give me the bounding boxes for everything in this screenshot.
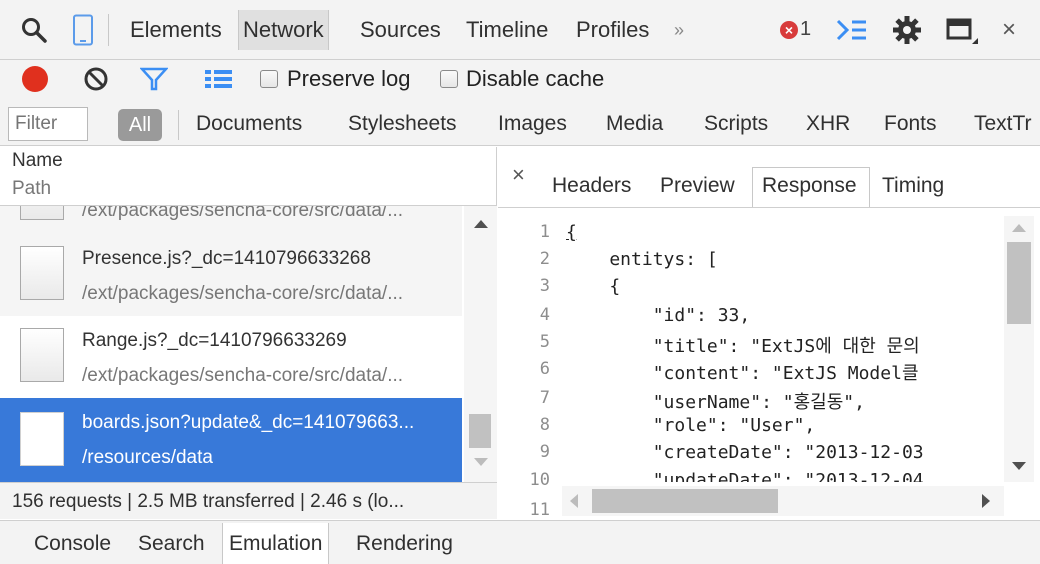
code-line: "userName": "홍길동", xyxy=(566,392,865,413)
code-line: "updateDate": "2013-12-04 xyxy=(566,470,924,482)
tab-console[interactable]: Console xyxy=(34,532,111,556)
code-line: "title": "ExtJS에 대한 문의 xyxy=(566,336,920,357)
code-line: entitys: [ xyxy=(566,249,718,270)
search-icon[interactable] xyxy=(20,16,48,44)
tab-rendering[interactable]: Rendering xyxy=(356,532,453,556)
scroll-thumb[interactable] xyxy=(592,489,778,513)
tab-timeline[interactable]: Timeline xyxy=(464,10,550,50)
tab-profiles[interactable]: Profiles xyxy=(574,10,651,50)
filter-fonts[interactable]: Fonts xyxy=(884,112,937,136)
filter-xhr[interactable]: XHR xyxy=(806,112,850,136)
filter-media[interactable]: Media xyxy=(606,112,663,136)
disable-cache-checkbox[interactable] xyxy=(440,70,458,88)
scroll-left-arrow[interactable] xyxy=(570,494,578,508)
row-name: Range.js?_dc=1410796633269 xyxy=(82,330,347,351)
tab-preview[interactable]: Preview xyxy=(660,174,735,198)
row-path: /ext/packages/sencha-core/src/data/... xyxy=(82,365,404,386)
column-header-path[interactable]: Path xyxy=(12,178,51,200)
network-summary-status: 156 requests | 2.5 MB transferred | 2.46… xyxy=(0,482,497,519)
tab-elements[interactable]: Elements xyxy=(128,10,224,50)
tab-timing[interactable]: Timing xyxy=(882,174,944,198)
code-line: "content": "ExtJS Model클 xyxy=(566,363,919,384)
line-number: 3 xyxy=(539,276,550,296)
scroll-down-arrow[interactable] xyxy=(474,458,488,466)
error-count[interactable]: 1 xyxy=(800,18,811,41)
file-icon xyxy=(20,328,64,382)
dock-side-icon[interactable] xyxy=(946,16,980,46)
clear-icon[interactable] xyxy=(83,66,109,92)
row-name: Presence.js?_dc=1410796633268 xyxy=(82,248,371,269)
filter-all-button[interactable]: All xyxy=(118,109,162,141)
record-button[interactable] xyxy=(22,66,48,92)
filter-stylesheets[interactable]: Stylesheets xyxy=(348,112,457,136)
tab-headers[interactable]: Headers xyxy=(552,174,631,198)
tab-sources[interactable]: Sources xyxy=(358,10,443,50)
tab-network[interactable]: Network xyxy=(238,10,329,50)
response-code-view[interactable]: { entitys: [ { "id": 33, "title": "ExtJS… xyxy=(562,216,1004,482)
scroll-thumb[interactable] xyxy=(469,414,491,448)
line-number: 8 xyxy=(539,415,550,435)
filter-scripts[interactable]: Scripts xyxy=(704,112,768,136)
code-line: "role": "User", xyxy=(566,415,816,436)
line-number: 9 xyxy=(539,442,550,462)
scroll-thumb[interactable] xyxy=(1007,242,1031,324)
code-line: { xyxy=(566,222,577,243)
response-horizontal-scrollbar[interactable] xyxy=(562,486,1004,516)
row-name: boards.json?update&_dc=141079663... xyxy=(82,412,415,433)
disable-cache-label: Disable cache xyxy=(466,66,605,91)
device-mode-icon[interactable] xyxy=(72,14,94,46)
request-list-scrollbar[interactable] xyxy=(464,206,497,482)
preserve-log-checkbox[interactable] xyxy=(260,70,278,88)
filter-documents[interactable]: Documents xyxy=(196,112,302,136)
file-icon xyxy=(20,246,64,300)
code-line: "id": 33, xyxy=(566,305,751,326)
more-tabs-button[interactable]: » xyxy=(672,10,686,50)
file-icon xyxy=(20,412,64,466)
code-line: { xyxy=(566,276,621,297)
row-path: /ext/packages/sencha-core/src/data/... xyxy=(82,283,404,304)
close-devtools-button[interactable]: × xyxy=(1002,16,1016,44)
filter-divider xyxy=(178,110,179,140)
filter-input[interactable] xyxy=(8,107,88,141)
large-rows-icon[interactable] xyxy=(204,68,234,90)
row-path: /ext/packages/sencha-core/src/data/... xyxy=(82,206,404,221)
column-header-name[interactable]: Name xyxy=(12,150,63,172)
table-row[interactable]: Range.js?_dc=1410796633269 /ext/packages… xyxy=(0,316,462,398)
filter-icon[interactable] xyxy=(139,66,169,92)
error-icon[interactable]: × xyxy=(780,21,798,39)
line-number: 11 xyxy=(529,500,550,519)
code-line: "createDate": "2013-12-03 xyxy=(566,442,924,463)
filter-texttracks[interactable]: TextTr xyxy=(974,112,1040,136)
table-row[interactable]: Presence.js?_dc=1410796633268 /ext/packa… xyxy=(0,234,462,316)
line-number: 4 xyxy=(539,305,550,325)
tab-emulation[interactable]: Emulation xyxy=(222,523,330,564)
line-number: 10 xyxy=(529,470,550,490)
line-number: 5 xyxy=(539,332,550,352)
table-row-selected[interactable]: boards.json?update&_dc=141079663... /res… xyxy=(0,398,462,482)
line-number: 6 xyxy=(539,359,550,379)
detail-tabs-divider xyxy=(498,207,1040,208)
file-icon xyxy=(20,206,64,220)
scroll-up-arrow[interactable] xyxy=(474,220,488,228)
console-drawer-icon[interactable] xyxy=(836,17,868,43)
tab-search[interactable]: Search xyxy=(138,532,205,556)
toolbar-divider xyxy=(108,14,109,46)
filter-images[interactable]: Images xyxy=(498,112,567,136)
gear-icon[interactable] xyxy=(892,15,922,45)
table-row[interactable]: /ext/packages/sencha-core/src/data/... xyxy=(0,206,462,234)
line-number: 1 xyxy=(539,222,550,242)
line-number: 2 xyxy=(539,249,550,269)
close-detail-button[interactable]: × xyxy=(512,162,525,188)
row-path: /resources/data xyxy=(82,447,213,468)
scroll-right-arrow[interactable] xyxy=(982,494,990,508)
response-vertical-scrollbar[interactable] xyxy=(1004,216,1034,482)
tab-response[interactable]: Response xyxy=(762,174,857,198)
scroll-up-arrow[interactable] xyxy=(1012,224,1026,232)
line-number: 7 xyxy=(539,388,550,408)
scroll-down-arrow[interactable] xyxy=(1012,462,1026,470)
preserve-log-label: Preserve log xyxy=(287,66,411,91)
